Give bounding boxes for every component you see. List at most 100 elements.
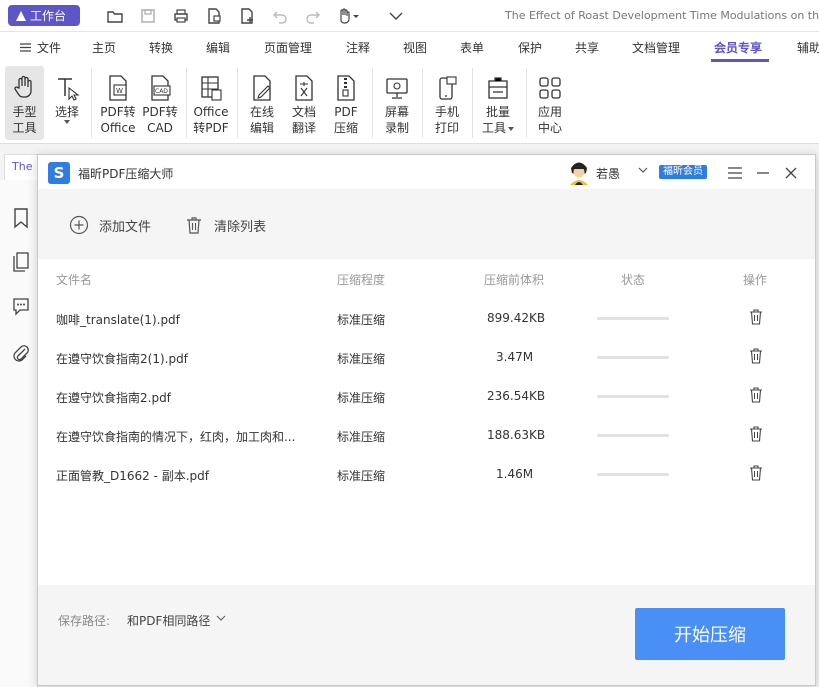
folder-open-icon[interactable] xyxy=(106,7,124,25)
attachment-icon[interactable] xyxy=(11,343,31,365)
file-list: 文件名 压缩程度 压缩前体积 状态 操作 咖啡_translate(1).pdf… xyxy=(38,259,815,585)
compress-level[interactable]: 标准压缩 xyxy=(337,350,385,367)
screen-record-icon xyxy=(383,72,411,104)
print-icon[interactable] xyxy=(172,7,190,25)
compress-level[interactable]: 标准压缩 xyxy=(337,428,385,445)
online-edit-button[interactable]: 在线 编辑 xyxy=(243,66,281,140)
menu-doc-manage[interactable]: 文档管理 xyxy=(632,39,680,56)
document-title: The Effect of Roast Development Time Mod… xyxy=(505,9,819,22)
redo-icon[interactable] xyxy=(304,7,322,25)
menu-member[interactable]: 会员专享 xyxy=(714,39,762,56)
file-size: 899.42KB xyxy=(487,311,546,325)
translate-icon xyxy=(290,72,318,104)
dialog-action-bar: 添加文件 清除列表 xyxy=(38,189,815,259)
workbench-label: 工作台 xyxy=(30,9,67,23)
menu-form[interactable]: 表单 xyxy=(460,39,484,56)
menu-annotate[interactable]: 注释 xyxy=(346,39,370,56)
batch-tools-button[interactable]: 批量 工具 xyxy=(478,66,518,140)
menu-edit[interactable]: 编辑 xyxy=(206,39,230,56)
mobile-print-icon xyxy=(433,72,461,104)
dialog-title: 福昕PDF压缩大师 xyxy=(78,167,174,181)
clear-list-button[interactable]: 清除列表 xyxy=(184,215,266,235)
dropdown-icon[interactable] xyxy=(387,7,405,25)
status-progress-bar xyxy=(597,395,669,398)
file-size: 236.54KB xyxy=(487,389,546,403)
table-row: 在遵守饮食指南2(1).pdf 标准压缩 3.47M xyxy=(38,348,815,389)
batch-dropdown-icon[interactable] xyxy=(508,126,514,131)
delete-row-icon[interactable] xyxy=(749,426,763,442)
table-row: 正面管教_D1662 - 副本.pdf 标准压缩 1.46M xyxy=(38,465,815,506)
select-text-icon xyxy=(53,72,81,104)
add-file-button[interactable]: 添加文件 xyxy=(69,215,151,235)
undo-icon[interactable] xyxy=(271,7,289,25)
menu-protect[interactable]: 保护 xyxy=(518,39,542,56)
hand-tool-dropdown-icon[interactable] xyxy=(352,7,360,25)
compress-level[interactable]: 标准压缩 xyxy=(337,311,385,328)
ribbon-separator xyxy=(422,68,423,138)
left-sidebar xyxy=(0,180,38,687)
table-row: 咖啡_translate(1).pdf 标准压缩 899.42KB xyxy=(38,309,815,350)
file-name: 在遵守饮食指南2.pdf xyxy=(56,391,171,405)
compress-level[interactable]: 标准压缩 xyxy=(337,389,385,406)
column-header-size: 压缩前体积 xyxy=(484,273,545,287)
pdf-to-cad-icon: CAD xyxy=(146,72,174,104)
menu-share[interactable]: 共享 xyxy=(575,39,599,56)
dialog-footer: 保存路径: 和PDF相同路径 开始压缩 xyxy=(38,585,815,685)
screen-record-button[interactable]: 屏幕 录制 xyxy=(378,66,416,140)
delete-row-icon[interactable] xyxy=(749,348,763,364)
menu-page-manage[interactable]: 页面管理 xyxy=(264,39,312,56)
start-compress-button[interactable]: 开始压缩 xyxy=(635,608,785,660)
username[interactable]: 若愚 xyxy=(596,165,620,182)
compress-level[interactable]: 标准压缩 xyxy=(337,467,385,484)
workbench-icon xyxy=(16,10,26,21)
office-to-pdf-button[interactable]: Office 转PDF xyxy=(191,66,231,140)
pdf-to-word-icon: W xyxy=(104,72,132,104)
bookmark-icon[interactable] xyxy=(11,207,31,229)
doc-translate-button[interactable]: 文档 翻译 xyxy=(285,66,323,140)
svg-text:W: W xyxy=(116,87,123,95)
compress-icon xyxy=(332,72,360,104)
trash-icon xyxy=(187,217,201,234)
user-dropdown-icon[interactable] xyxy=(638,166,648,174)
image-file-icon[interactable] xyxy=(205,7,223,25)
delete-row-icon[interactable] xyxy=(749,465,763,481)
member-badge: 福昕会员 xyxy=(659,165,707,179)
add-circle-icon xyxy=(69,215,89,235)
hand-tool-button[interactable]: 手型 工具 xyxy=(5,66,44,140)
avatar[interactable] xyxy=(566,159,592,185)
pages-icon[interactable] xyxy=(11,251,31,273)
workbench-button[interactable]: 工作台 xyxy=(8,5,80,26)
menu-assist[interactable]: 辅助 xyxy=(797,39,819,56)
delete-row-icon[interactable] xyxy=(749,387,763,403)
ribbon-separator xyxy=(472,68,473,138)
clear-list-label: 清除列表 xyxy=(214,219,267,235)
status-progress-bar xyxy=(597,473,669,476)
document-tab[interactable]: The E xyxy=(4,154,38,180)
delete-row-icon[interactable] xyxy=(749,309,763,325)
menu-icon[interactable] xyxy=(727,165,743,181)
minimize-icon[interactable] xyxy=(755,165,771,181)
dialog-header: S 福昕PDF压缩大师 若愚 福昕会员 xyxy=(38,155,815,189)
mobile-print-button[interactable]: 手机 打印 xyxy=(428,66,466,140)
menu-home[interactable]: 主页 xyxy=(92,39,116,56)
chevron-down-icon[interactable] xyxy=(216,614,226,622)
select-dropdown-icon[interactable] xyxy=(64,120,70,124)
menu-file[interactable]: 文件 xyxy=(37,39,61,56)
file-name: 在遵守饮食指南的情况下，红肉，加工肉和... xyxy=(56,430,296,444)
pdf-compress-button[interactable]: PDF 压缩 xyxy=(327,66,365,140)
save-icon[interactable] xyxy=(139,7,157,25)
title-bar: 工作台 The Effect of Roast Development Time… xyxy=(0,0,819,32)
close-icon[interactable] xyxy=(783,165,799,181)
pdf-to-cad-button[interactable]: CAD PDF转 CAD xyxy=(140,66,180,140)
comment-icon[interactable] xyxy=(11,295,31,317)
select-tool-button[interactable]: 选择 xyxy=(50,66,84,140)
status-progress-bar xyxy=(597,317,669,320)
pdf-to-office-button[interactable]: W PDF转 Office xyxy=(98,66,138,140)
svg-text:CAD: CAD xyxy=(155,88,168,95)
save-path-select[interactable]: 和PDF相同路径 xyxy=(127,612,210,629)
menu-view[interactable]: 视图 xyxy=(403,39,427,56)
menu-convert[interactable]: 转换 xyxy=(149,39,173,56)
new-file-icon[interactable] xyxy=(238,7,256,25)
app-center-button[interactable]: 应用 中心 xyxy=(531,66,569,140)
file-name: 在遵守饮食指南2(1).pdf xyxy=(56,352,188,366)
